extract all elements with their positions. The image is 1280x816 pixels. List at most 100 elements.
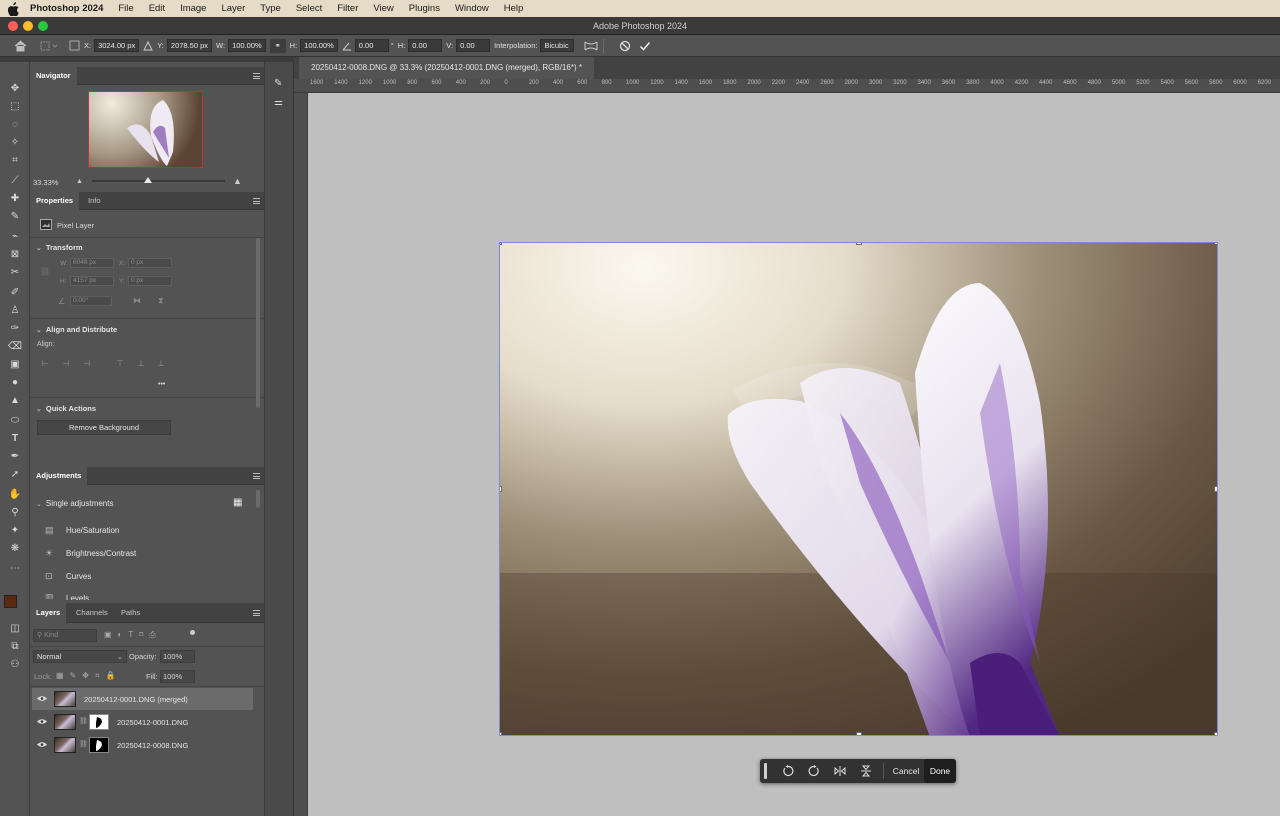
transform-handle-top[interactable] [856, 243, 862, 245]
rotate-right-icon[interactable] [801, 759, 827, 783]
zoom-slider-thumb[interactable] [143, 177, 152, 183]
link-icon[interactable]: ⚭ [269, 38, 286, 53]
menu-app[interactable]: Photoshop 2024 [30, 3, 103, 14]
filter-toggle-icon[interactable] [190, 630, 195, 635]
eyedropper-icon[interactable]: ⟋ [7, 174, 23, 188]
tab-info[interactable]: Info [82, 192, 107, 210]
transform-handle-bottom[interactable] [856, 732, 862, 735]
layer-name[interactable]: 20250412-0001.DNG (merged) [84, 695, 188, 704]
adjustments-scrollbar[interactable] [256, 490, 260, 508]
zoom-out-icon[interactable]: ▲ [76, 178, 83, 185]
quick-mask-icon[interactable]: ◫ [7, 622, 23, 636]
transform-handle-bottom-left[interactable] [500, 732, 502, 735]
transform-preset-icon[interactable] [39, 40, 59, 52]
gradient-tool-icon[interactable]: ▣ [7, 358, 23, 372]
panel-menu-icon[interactable] [253, 473, 260, 479]
bandaid-icon[interactable]: ⌁ [7, 230, 23, 244]
navigator-zoom-value[interactable]: 33.33% [33, 178, 58, 187]
zoom-tool-icon[interactable]: ⚲ [7, 506, 23, 520]
spot-healing-icon[interactable]: ✎ [7, 210, 23, 224]
zoom-window-button[interactable] [38, 21, 48, 31]
marquee-tool-icon[interactable]: ⬚ [7, 100, 23, 114]
foreground-color-swatch[interactable] [4, 595, 17, 608]
ai-selection-icon[interactable]: ❋ [7, 542, 23, 556]
flip-horizontal-icon[interactable] [827, 759, 853, 783]
quick-actions-title[interactable]: ⌄ Quick Actions [36, 404, 96, 413]
tab-layers[interactable]: Layers [30, 603, 67, 623]
zoom-in-icon[interactable]: ▲ [233, 176, 242, 186]
menu-filter[interactable]: Filter [337, 3, 358, 14]
stamp-tool-icon[interactable]: ♙ [7, 304, 23, 318]
adjustment-hue-saturation[interactable]: Hue/Saturation [66, 526, 119, 535]
tab-paths[interactable]: Paths [115, 603, 146, 623]
apple-icon[interactable] [6, 1, 20, 16]
cancel-transform-icon[interactable] [619, 40, 631, 52]
menu-help[interactable]: Help [504, 3, 524, 14]
layer-row-merged[interactable]: 20250412-0001.DNG (merged) [32, 688, 253, 710]
layer-name[interactable]: 20250412-0001.DNG [117, 718, 188, 727]
single-adjustments-title[interactable]: ⌄ Single adjustments [36, 499, 113, 508]
adjustment-levels[interactable]: Levels [66, 594, 89, 600]
menu-type[interactable]: Type [260, 3, 281, 14]
menu-file[interactable]: File [118, 3, 133, 14]
visibility-eye-icon[interactable] [37, 695, 47, 702]
type-tool-icon[interactable]: T [7, 432, 23, 446]
brush-tool-icon[interactable]: ✐ [7, 286, 23, 300]
tab-adjustments[interactable]: Adjustments [30, 467, 88, 485]
adjust-sliders-icon[interactable]: ⚌ [274, 97, 283, 108]
tab-navigator[interactable]: Navigator [30, 67, 77, 85]
vertical-skew-field[interactable]: 0.00 [456, 39, 491, 52]
sharpen-tool-icon[interactable]: ▲ [7, 394, 23, 408]
document-tab[interactable]: 20250412-0008.DNG @ 33.3% (20250412-0001… [299, 57, 594, 79]
relative-position-icon[interactable] [143, 40, 154, 51]
tab-channels[interactable]: Channels [70, 603, 114, 623]
menu-layer[interactable]: Layer [221, 3, 245, 14]
blur-tool-icon[interactable]: ● [7, 376, 23, 390]
crop-tool-icon[interactable]: ⌗ [7, 154, 23, 168]
height-field[interactable]: 100.00% [300, 39, 338, 52]
cancel-button[interactable]: Cancel [888, 759, 924, 783]
transform-handle-top-left[interactable] [500, 243, 502, 245]
menu-select[interactable]: Select [296, 3, 322, 14]
layer-name[interactable]: 20250412-0008.DNG [117, 741, 188, 750]
visibility-eye-icon[interactable] [37, 741, 47, 748]
menu-plugins[interactable]: Plugins [409, 3, 440, 14]
transform-handle-left[interactable] [500, 486, 502, 492]
move-tool-icon[interactable]: ✥ [7, 82, 23, 96]
rotate-field[interactable]: 0.00 [354, 39, 389, 52]
generative-icon[interactable]: ⚇ [7, 658, 23, 672]
more-options-icon[interactable]: ••• [158, 381, 165, 388]
frame-tool-icon[interactable]: ⊠ [7, 248, 23, 262]
transform-handle-top-right[interactable] [1214, 243, 1217, 245]
mask-link-icon[interactable]: ⛓ [79, 717, 88, 725]
commit-transform-icon[interactable] [639, 40, 651, 52]
history-brush-icon[interactable]: ✑ [7, 322, 23, 336]
menu-image[interactable]: Image [180, 3, 206, 14]
close-window-button[interactable] [8, 21, 18, 31]
tab-properties[interactable]: Properties [30, 192, 80, 210]
reference-point-checkbox[interactable] [69, 40, 80, 51]
screen-mode-icon[interactable]: ⧉ [7, 640, 23, 654]
properties-scrollbar[interactable] [256, 238, 260, 408]
menu-view[interactable]: View [373, 3, 393, 14]
path-selection-icon[interactable]: ✒ [7, 450, 23, 464]
vertical-ruler[interactable] [294, 93, 308, 816]
magic-wand-icon[interactable]: ✧ [7, 136, 23, 150]
opacity-field[interactable]: 100% [160, 650, 195, 663]
flip-vertical-icon[interactable] [853, 759, 879, 783]
transform-handle-bottom-right[interactable] [1214, 732, 1217, 735]
horizontal-skew-field[interactable]: 0.00 [408, 39, 443, 52]
object-selection-icon[interactable]: ✦ [7, 524, 23, 538]
document-image[interactable] [499, 242, 1218, 736]
fill-field[interactable]: 100% [160, 670, 195, 683]
done-button[interactable]: Done [924, 759, 956, 783]
pen-tool-icon[interactable]: ⬭ [7, 414, 23, 428]
home-icon[interactable] [14, 39, 27, 52]
minimize-window-button[interactable] [23, 21, 33, 31]
transform-section-title[interactable]: ⌄ Transform [36, 243, 83, 252]
blend-mode-select[interactable]: Normal ⌄ [33, 650, 127, 663]
menu-window[interactable]: Window [455, 3, 489, 14]
layer-row-0001[interactable]: ⛓ 20250412-0001.DNG [32, 711, 253, 733]
warp-mode-icon[interactable] [584, 40, 598, 52]
grid-view-icon[interactable]: ▦ [233, 497, 242, 508]
